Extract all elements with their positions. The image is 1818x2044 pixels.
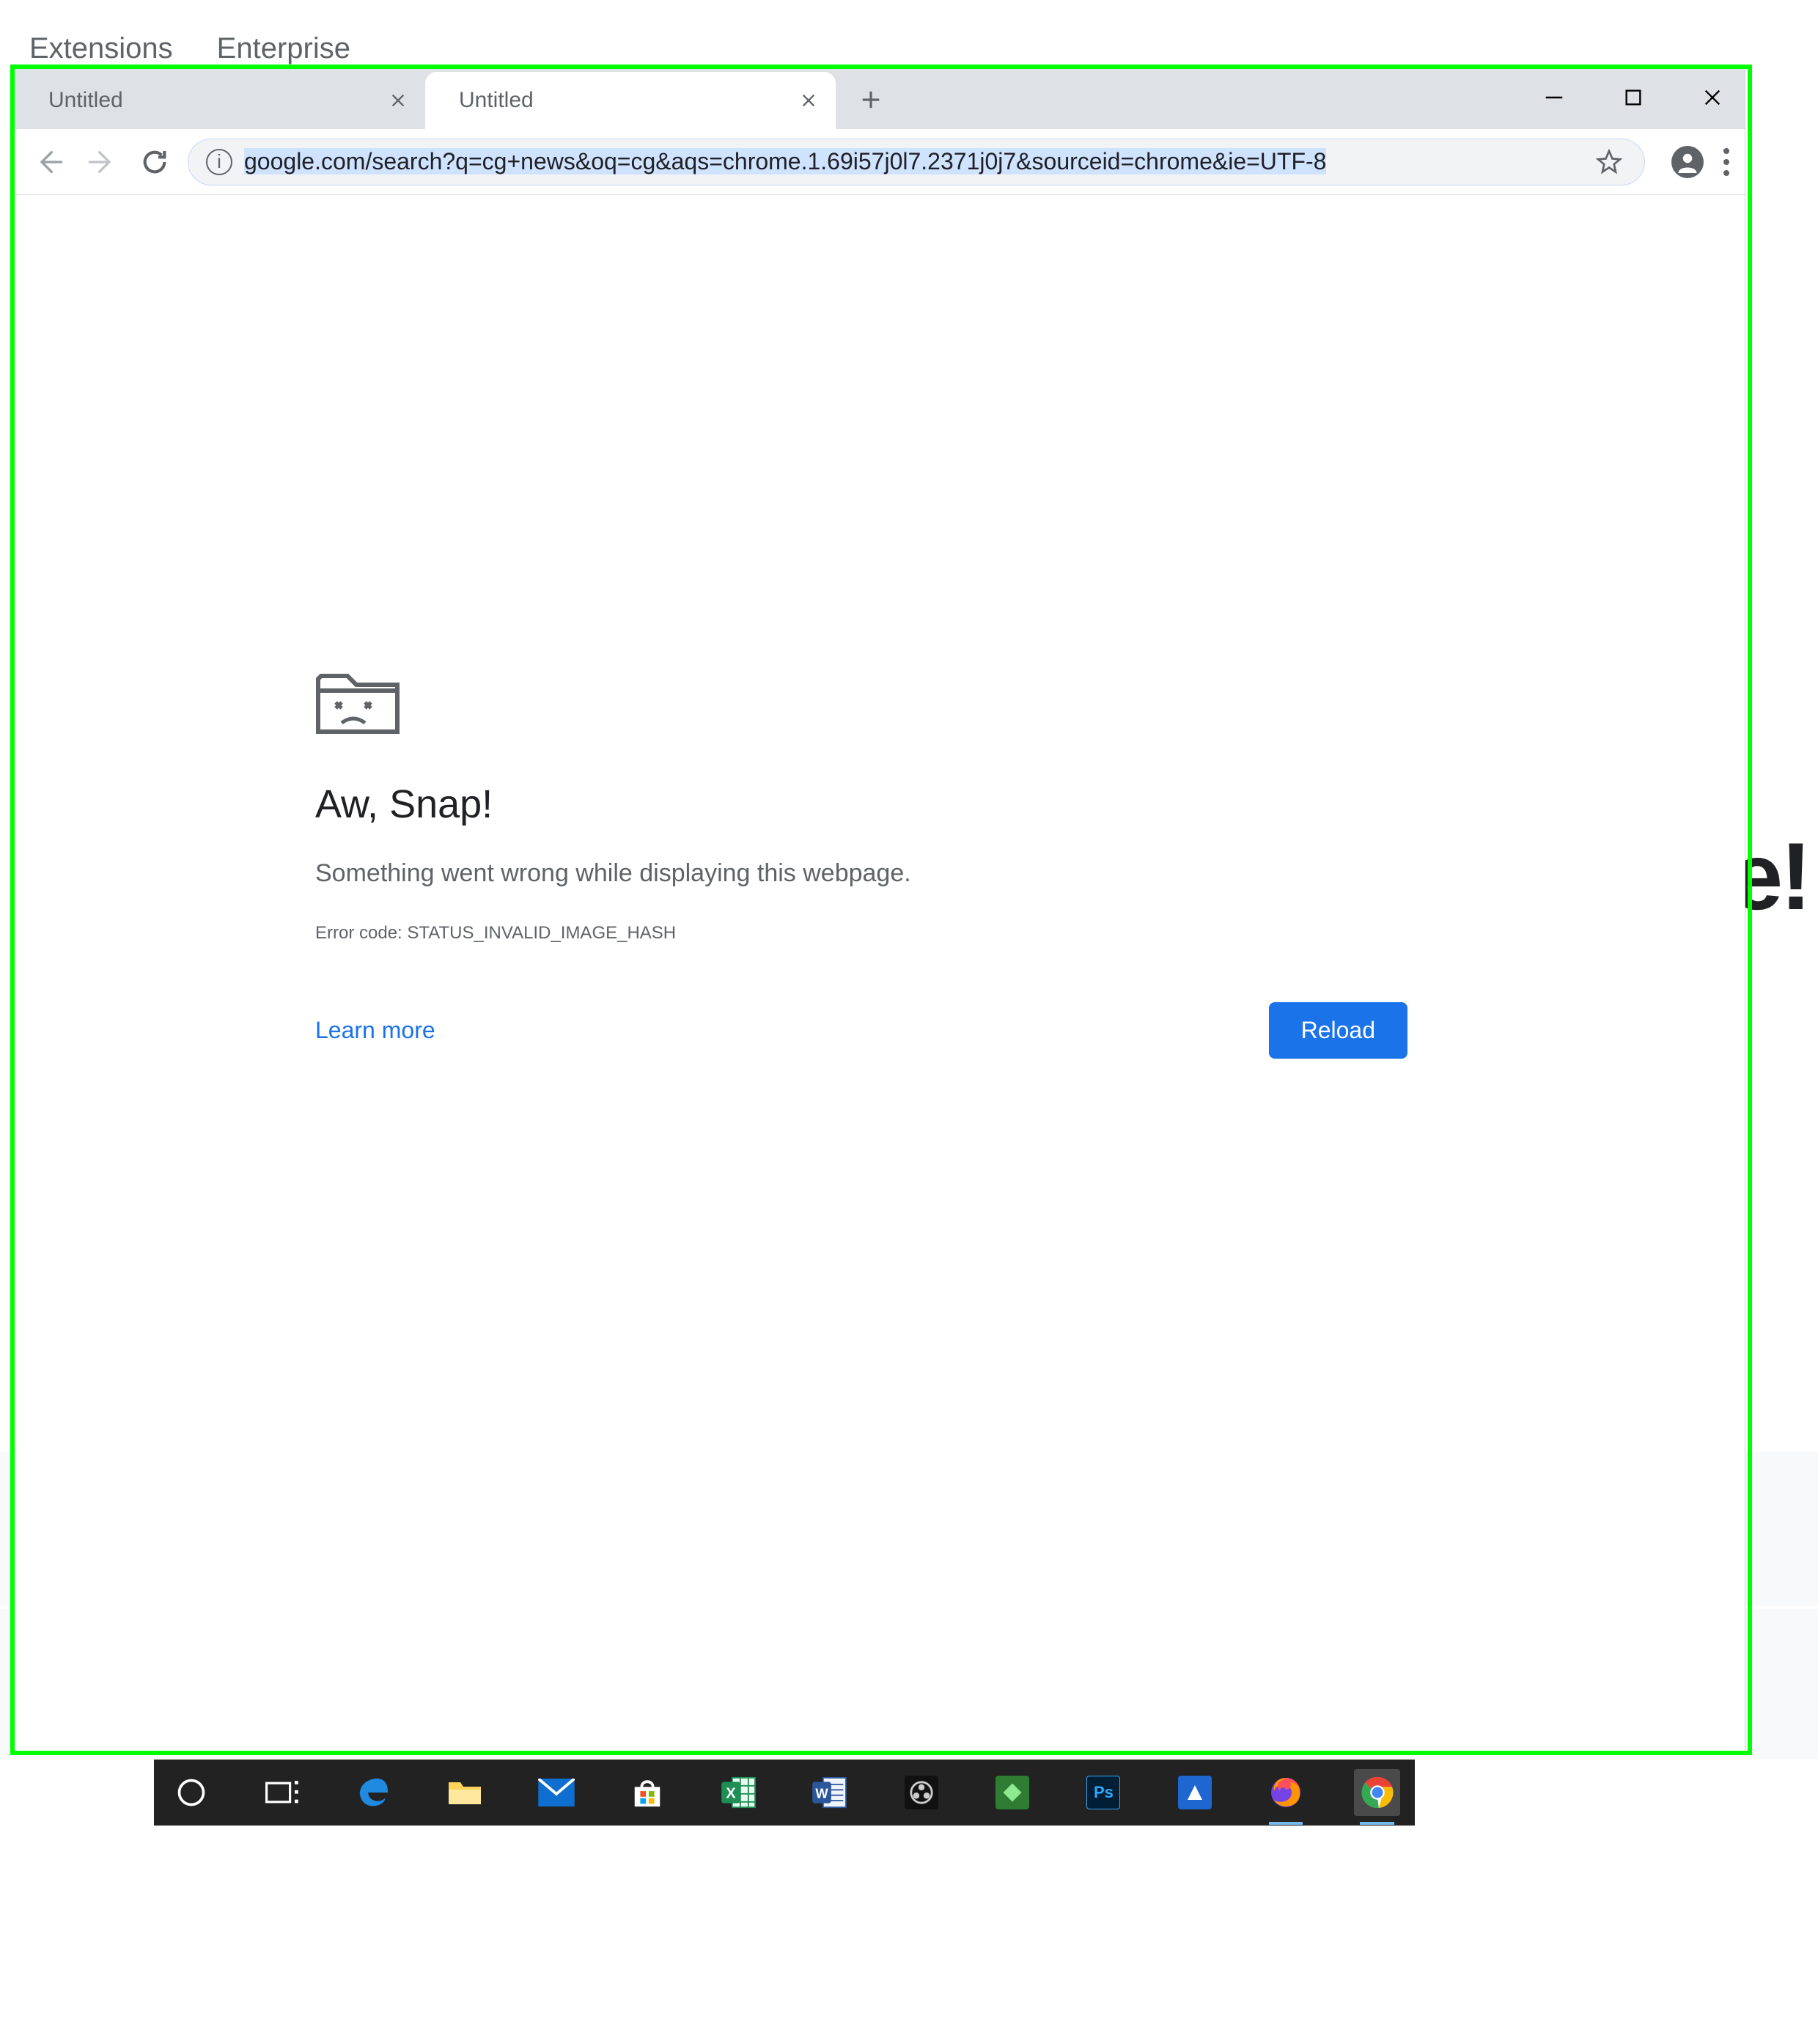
taskbar-store-icon[interactable] — [625, 1769, 670, 1816]
error-title: Aw, Snap! — [315, 782, 1407, 827]
tab-bar: Untitled Untitled — [15, 66, 1745, 129]
tab-2[interactable]: Untitled — [425, 72, 836, 129]
chrome-menu-icon[interactable] — [1723, 147, 1730, 177]
taskbar-cortana-icon[interactable] — [169, 1769, 214, 1816]
error-code: Error code: STATUS_INVALID_IMAGE_HASH — [315, 923, 1407, 944]
bg-nav-enterprise[interactable]: Enterprise — [217, 32, 350, 65]
taskbar-firefox-icon[interactable] — [1263, 1769, 1309, 1816]
error-message: Something went wrong while displaying th… — [315, 859, 1407, 888]
svg-text:X: X — [726, 1785, 736, 1801]
tab-2-close-icon[interactable] — [796, 88, 821, 113]
windows-taskbar: X W Ps — [0, 1760, 1818, 1826]
reload-button[interactable]: Reload — [1269, 1002, 1407, 1059]
svg-text:W: W — [816, 1785, 829, 1801]
nav-bar: i google.com/search?q=cg+news&oq=cg&aqs=… — [15, 129, 1745, 195]
tab-2-title: Untitled — [459, 88, 534, 113]
taskbar-obs-icon[interactable] — [898, 1769, 943, 1816]
tab-1-close-icon[interactable] — [386, 88, 411, 113]
taskbar-file-explorer-icon[interactable] — [442, 1769, 487, 1816]
learn-more-link[interactable]: Learn more — [315, 1017, 435, 1044]
page-content: Aw, Snap! Something went wrong while dis… — [15, 195, 1745, 1752]
bookmark-star-icon[interactable] — [1596, 149, 1622, 175]
error-page: Aw, Snap! Something went wrong while dis… — [315, 664, 1407, 1059]
profile-avatar-icon[interactable] — [1671, 146, 1704, 178]
taskbar-task-view-icon[interactable] — [260, 1769, 305, 1816]
address-bar[interactable]: i google.com/search?q=cg+news&oq=cg&aqs=… — [188, 139, 1645, 185]
tab-1[interactable]: Untitled — [15, 72, 425, 129]
nav-reload-button[interactable] — [135, 142, 174, 182]
chrome-window: Untitled Untitled — [15, 66, 1745, 1752]
bg-nav-extensions[interactable]: Extensions — [29, 32, 173, 65]
window-minimize-button[interactable] — [1537, 80, 1572, 115]
site-info-icon[interactable]: i — [206, 149, 232, 175]
taskbar-photoshop-icon[interactable]: Ps — [1081, 1769, 1126, 1816]
address-url: google.com/search?q=cg+news&oq=cg&aqs=ch… — [244, 148, 1584, 175]
nav-back-button[interactable] — [29, 142, 69, 182]
tab-1-title: Untitled — [48, 88, 123, 113]
nav-forward-button[interactable] — [82, 142, 122, 182]
taskbar-word-icon[interactable]: W — [807, 1769, 853, 1816]
taskbar-chrome-icon[interactable] — [1354, 1769, 1399, 1816]
window-close-button[interactable] — [1695, 80, 1730, 115]
taskbar-app-blue-icon[interactable] — [1172, 1769, 1218, 1816]
taskbar-mail-icon[interactable] — [534, 1769, 579, 1816]
window-maximize-button[interactable] — [1616, 80, 1651, 115]
taskbar-edge-icon[interactable] — [351, 1769, 397, 1816]
taskbar-chrome-active-indicator — [1360, 1822, 1394, 1825]
taskbar-excel-icon[interactable]: X — [716, 1769, 762, 1816]
taskbar-firefox-active-indicator — [1269, 1822, 1303, 1825]
taskbar-app-green-icon[interactable] — [990, 1769, 1035, 1816]
new-tab-button[interactable] — [849, 78, 893, 122]
sad-folder-icon — [315, 664, 403, 738]
